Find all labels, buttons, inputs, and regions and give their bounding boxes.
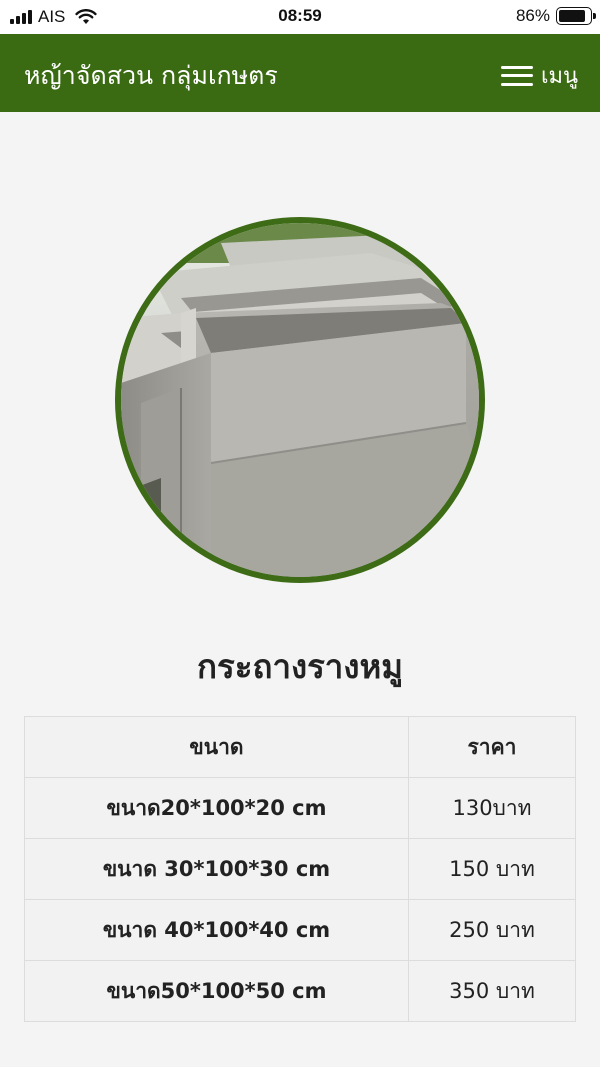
header-price: ราคา xyxy=(408,716,576,778)
row-size: ขนาด 30*100*30 cm xyxy=(24,838,409,900)
hamburger-icon[interactable] xyxy=(500,64,533,88)
row-size: ขนาด50*100*50 cm xyxy=(24,960,409,1022)
site-brand[interactable]: หญ้าจัดสวน กลุ่มเกษตร xyxy=(24,56,278,96)
row-price: 130บาท xyxy=(408,777,576,839)
table-header-row: ขนาด ราคา xyxy=(24,716,576,778)
battery-icon xyxy=(556,7,596,25)
row-price: 250 บาท xyxy=(408,899,576,961)
table-row: ขนาด20*100*20 cm 130บาท xyxy=(24,777,576,839)
header-size: ขนาด xyxy=(24,716,409,778)
product-image-frame xyxy=(115,217,485,583)
status-bar: AIS 08:59 86% xyxy=(0,0,600,34)
concrete-planter-illustration xyxy=(121,223,479,577)
status-right: 86% xyxy=(515,6,596,26)
row-size: ขนาด20*100*20 cm xyxy=(24,777,409,839)
row-size: ขนาด 40*100*40 cm xyxy=(24,899,409,961)
product-image xyxy=(121,223,479,577)
navbar: หญ้าจัดสวน กลุ่มเกษตร เมนู xyxy=(0,34,600,112)
product-title: กระถางรางหมู xyxy=(197,647,403,686)
row-price: 350 บาท xyxy=(408,960,576,1022)
menu-label[interactable]: เมนู xyxy=(541,58,578,93)
table-row: ขนาด 30*100*30 cm 150 บาท xyxy=(24,838,576,900)
price-table: ขนาด ราคา ขนาด20*100*20 cm 130บาท ขนาด 3… xyxy=(24,716,576,1022)
table-row: ขนาด50*100*50 cm 350 บาท xyxy=(24,960,576,1022)
battery-percent: 86% xyxy=(515,6,550,25)
row-price: 150 บาท xyxy=(408,838,576,900)
menu-button[interactable]: เมนู xyxy=(500,58,578,93)
clock: 08:59 xyxy=(278,6,322,25)
table-row: ขนาด 40*100*40 cm 250 บาท xyxy=(24,899,576,961)
